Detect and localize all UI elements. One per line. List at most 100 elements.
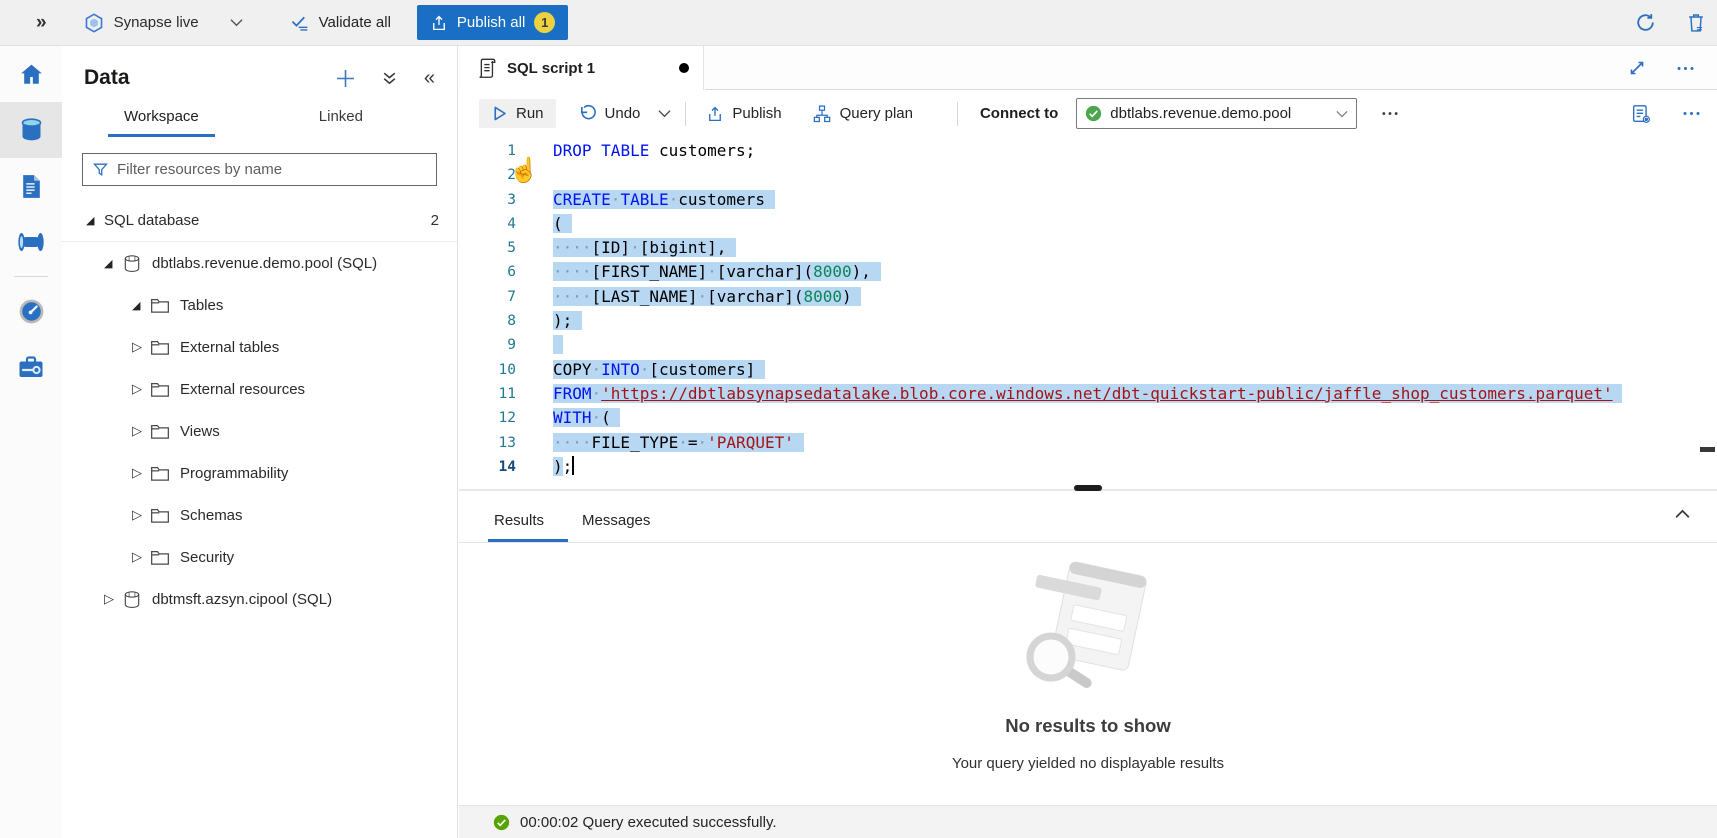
query-status-bar: 00:00:02 Query executed successfully.	[459, 805, 1717, 838]
rail-divider	[14, 276, 48, 277]
rail-item-monitor[interactable]	[0, 283, 62, 339]
results-content: No results to show Your query yielded no…	[459, 543, 1717, 838]
empty-results-title: No results to show	[459, 715, 1717, 737]
hub-rail	[0, 46, 62, 838]
code-line[interactable]: 4(	[459, 212, 1717, 236]
line-number: 13	[459, 431, 516, 455]
sql-editor[interactable]: 1DROP TABLE customers;23CREATE·TABLE·cus…	[459, 137, 1717, 489]
trash-icon[interactable]	[1685, 11, 1707, 34]
rail-item-develop[interactable]	[0, 158, 62, 214]
item-count: 2	[431, 212, 439, 229]
splitter-drag-handle[interactable]	[1074, 485, 1102, 491]
publish-all-button[interactable]: Publish all 1	[417, 5, 568, 40]
line-number: 14	[459, 455, 516, 479]
undo-button[interactable]: Undo	[566, 98, 653, 129]
unsaved-changes-dot	[679, 63, 689, 73]
pool-selector-dropdown[interactable]: dbtlabs.revenue.demo.pool	[1076, 98, 1357, 129]
sidebar-tabs: Workspace Linked	[62, 108, 457, 137]
editor-workspace: SQL script 1 Run Undo	[459, 46, 1717, 838]
tree-item-security[interactable]: ▷ Security	[62, 536, 457, 578]
rail-item-home[interactable]	[0, 46, 62, 102]
code-lines: 1DROP TABLE customers;23CREATE·TABLE·cus…	[459, 139, 1717, 479]
code-line[interactable]: 2	[459, 163, 1717, 187]
line-number: 3	[459, 188, 516, 212]
document-tabstrip: SQL script 1	[459, 46, 1717, 90]
environment-selector[interactable]: Synapse live	[83, 12, 243, 34]
add-resource-icon[interactable]	[336, 69, 355, 88]
code-line[interactable]: 11FROM·'https://dbtlabsynapsedatalake.bl…	[459, 382, 1717, 406]
publish-count-badge: 1	[534, 12, 555, 33]
connect-to-label: Connect to	[980, 105, 1058, 122]
more-commands-icon[interactable]	[1381, 110, 1399, 117]
code-line[interactable]: 12WITH·(	[459, 406, 1717, 430]
validate-all-button[interactable]: Validate all	[289, 12, 391, 33]
tree-item-schemas[interactable]: ▷ Schemas	[62, 494, 457, 536]
tree-item-pool[interactable]: ◢ dbtlabs.revenue.demo.pool (SQL)	[62, 242, 457, 284]
tree-item-programmability[interactable]: ▷ Programmability	[62, 452, 457, 494]
filter-box	[82, 153, 437, 186]
chevron-collapsed-icon: ▷	[132, 465, 150, 481]
tab-results[interactable]: Results	[494, 512, 544, 542]
more-options-icon[interactable]	[1676, 65, 1695, 72]
tab-messages[interactable]: Messages	[582, 512, 650, 542]
chevron-down-icon[interactable]	[230, 18, 243, 27]
tree-item-external-tables[interactable]: ▷ External tables	[62, 326, 457, 368]
collapse-results-icon[interactable]	[1674, 508, 1691, 519]
expand-panel-icon[interactable]: »	[36, 12, 47, 34]
code-line[interactable]: 9	[459, 333, 1717, 357]
line-number: 7	[459, 285, 516, 309]
tab-workspace[interactable]: Workspace	[108, 108, 215, 137]
publish-icon	[706, 105, 724, 123]
tab-linked[interactable]: Linked	[303, 108, 379, 137]
code-line[interactable]: 3CREATE·TABLE·customers	[459, 188, 1717, 212]
environment-label: Synapse live	[114, 14, 199, 31]
filter-input[interactable]	[117, 161, 427, 178]
folder-icon	[150, 339, 170, 356]
text-cursor	[572, 456, 574, 475]
tree-item-tables[interactable]: ◢ Tables	[62, 284, 457, 326]
rail-item-manage[interactable]	[0, 339, 62, 395]
code-line[interactable]: 10COPY·INTO·[customers]	[459, 358, 1717, 382]
run-play-icon	[491, 105, 508, 122]
code-line[interactable]: 5····[ID]·[bigint],	[459, 236, 1717, 260]
chevron-collapsed-icon: ▷	[132, 549, 150, 565]
query-status-text: 00:00:02 Query executed successfully.	[520, 814, 777, 831]
tree-item-views[interactable]: ▷ Views	[62, 410, 457, 452]
scrollbar-thumb[interactable]	[1700, 447, 1715, 452]
chevron-expanded-icon: ◢	[86, 214, 104, 227]
code-line[interactable]: 1DROP TABLE customers;	[459, 139, 1717, 163]
rail-item-data[interactable]	[0, 102, 62, 158]
code-line[interactable]: 8);	[459, 309, 1717, 333]
folder-icon	[150, 297, 170, 314]
double-chevron-down-icon[interactable]	[381, 70, 398, 87]
query-plan-icon	[812, 104, 832, 124]
tree-item-cipool[interactable]: ▷ dbtmsft.azsyn.cipool (SQL)	[62, 578, 457, 620]
tree-item-external-resources[interactable]: ▷ External resources	[62, 368, 457, 410]
rail-item-integrate[interactable]	[0, 214, 62, 270]
publish-button[interactable]: Publish	[694, 99, 793, 129]
tree-item-sql-database[interactable]: ◢ SQL database 2	[62, 199, 457, 241]
query-plan-button[interactable]: Query plan	[800, 98, 925, 130]
code-line[interactable]: 14);	[459, 455, 1717, 479]
results-panel: Results Messages	[459, 491, 1717, 838]
code-line[interactable]: 13····FILE_TYPE·=·'PARQUET'	[459, 431, 1717, 455]
code-line[interactable]: 7····[LAST_NAME]·[varchar](8000)	[459, 285, 1717, 309]
refresh-icon[interactable]	[1634, 11, 1657, 34]
more-options-icon[interactable]	[1682, 110, 1701, 117]
line-number: 9	[459, 333, 516, 357]
line-number: 5	[459, 236, 516, 260]
undo-redo-dropdown-icon[interactable]	[652, 103, 677, 124]
properties-icon[interactable]	[1630, 103, 1652, 125]
run-button[interactable]: Run	[479, 99, 556, 128]
collapse-panel-icon[interactable]: «	[424, 71, 435, 85]
chevron-collapsed-icon: ▷	[132, 507, 150, 523]
code-line[interactable]: 6····[FIRST_NAME]·[varchar](8000),	[459, 260, 1717, 284]
line-number: 2	[459, 163, 516, 187]
synapse-logo-icon	[83, 12, 105, 34]
top-command-bar: » Synapse live Validate all Publish all …	[0, 0, 1717, 46]
tab-sql-script-1[interactable]: SQL script 1	[462, 46, 704, 90]
chevron-collapsed-icon: ▷	[132, 381, 150, 397]
expand-editor-icon[interactable]	[1628, 59, 1646, 77]
results-tabs: Results Messages	[459, 491, 1717, 543]
database-icon	[122, 253, 142, 274]
